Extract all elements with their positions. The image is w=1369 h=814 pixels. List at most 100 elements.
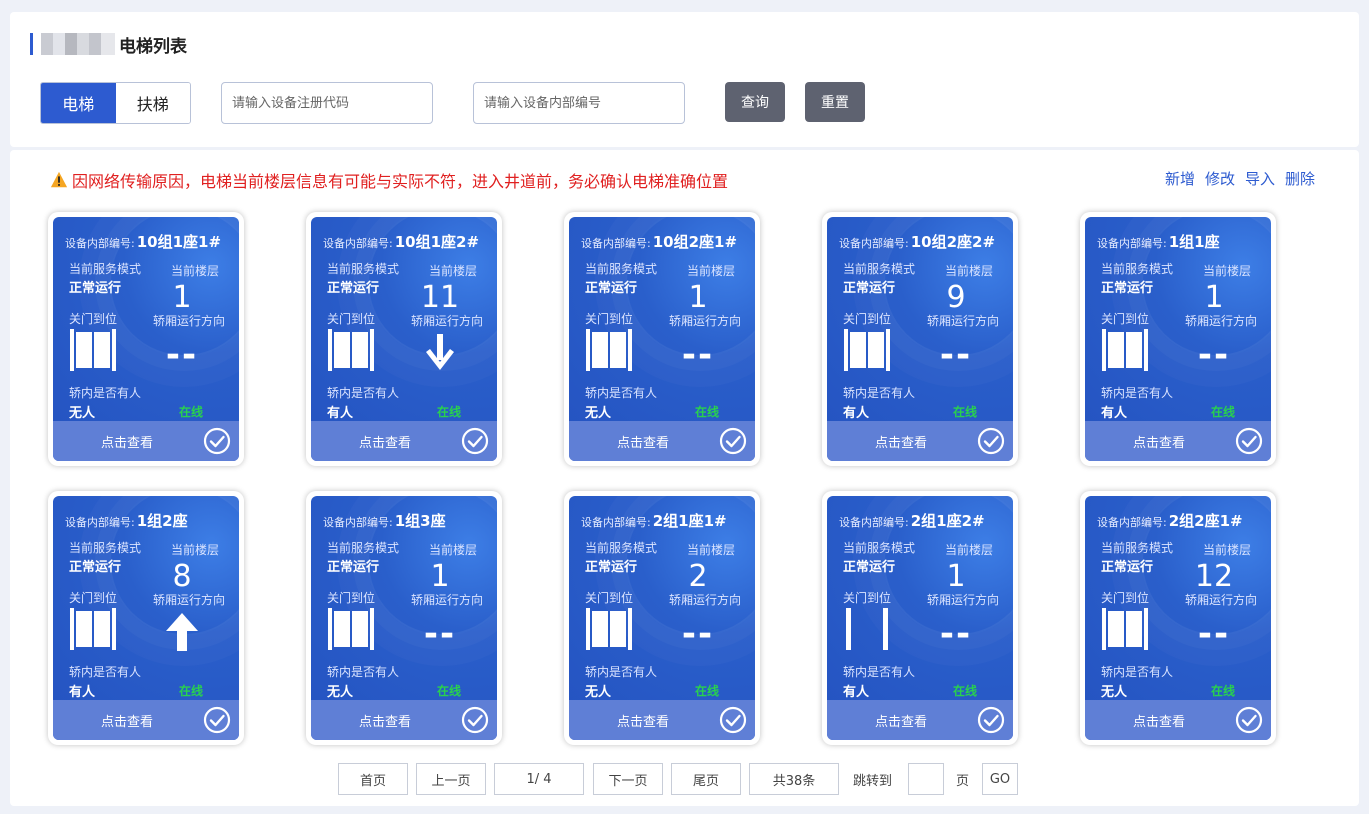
- check-circle-icon[interactable]: [719, 427, 747, 455]
- elevator-card-body: 设备内部编号: 1组3座 当前服务模式 当前楼层 正常运行 1 关门到位 轿厢运行方向 -- 轿内…: [311, 496, 497, 740]
- check-circle-icon[interactable]: [203, 427, 231, 455]
- service-mode-label: 当前服务模式: [1101, 262, 1174, 276]
- online-status: 在线: [179, 405, 204, 419]
- door-closed-icon: [326, 608, 376, 650]
- direction-label: 轿厢运行方向: [1185, 314, 1258, 328]
- check-circle-icon[interactable]: [1235, 706, 1263, 734]
- elevator-card-body: 设备内部编号: 10组1座1# 当前服务模式 当前楼层 正常运行 1 关门到位 轿厢运行方向 -…: [53, 217, 239, 461]
- current-floor-value: 1: [946, 559, 966, 594]
- direction-none-indicator: --: [681, 335, 715, 375]
- elevator-card[interactable]: 设备内部编号: 1组1座 当前服务模式 当前楼层 正常运行 1 关门到位 轿厢运行方向 -- 轿内…: [1080, 212, 1276, 466]
- last-page-button[interactable]: 尾页: [671, 763, 741, 795]
- elevator-card[interactable]: 设备内部编号: 10组1座2# 当前服务模式 当前楼层 正常运行 11 关门到位 轿厢运行方向…: [306, 212, 502, 466]
- view-details-link[interactable]: 点击查看: [1133, 711, 1185, 730]
- elevator-card[interactable]: 设备内部编号: 2组2座1# 当前服务模式 当前楼层 正常运行 12 关门到位 轿厢运行方向 -…: [1080, 491, 1276, 745]
- card-footer[interactable]: 点击查看: [569, 700, 755, 740]
- direction-indicator: --: [1165, 335, 1263, 375]
- elevator-card-body: 设备内部编号: 2组1座1# 当前服务模式 当前楼层 正常运行 2 关门到位 轿厢运行方向 --…: [569, 496, 755, 740]
- online-status: 在线: [179, 684, 204, 698]
- check-circle-icon[interactable]: [977, 706, 1005, 734]
- elevator-card[interactable]: 设备内部编号: 1组3座 当前服务模式 当前楼层 正常运行 1 关门到位 轿厢运行方向 -- 轿内…: [306, 491, 502, 745]
- direction-down-icon: [423, 334, 457, 376]
- card-footer[interactable]: 点击查看: [311, 421, 497, 461]
- first-page-button[interactable]: 首页: [338, 763, 408, 795]
- online-status: 在线: [437, 684, 462, 698]
- door-closed-icon: [1100, 329, 1150, 371]
- door-status-label: 关门到位: [585, 312, 634, 326]
- id-key-label: 设备内部编号:: [839, 237, 909, 250]
- network-warning: 因网络传输原因，电梯当前楼层信息有可能与实际不符，进入井道前，务必确认电梯准确位…: [50, 168, 728, 192]
- view-details-link[interactable]: 点击查看: [359, 432, 411, 451]
- view-details-link[interactable]: 点击查看: [101, 711, 153, 730]
- reg-code-input[interactable]: [221, 82, 433, 124]
- add-link[interactable]: 新增: [1165, 168, 1195, 189]
- direction-indicator: --: [391, 614, 489, 654]
- view-details-link[interactable]: 点击查看: [359, 711, 411, 730]
- occupied-value: 无人: [585, 685, 612, 700]
- current-floor-value: 8: [172, 559, 192, 594]
- current-floor-label: 当前楼层: [171, 543, 220, 557]
- card-footer[interactable]: 点击查看: [53, 700, 239, 740]
- elevator-card[interactable]: 设备内部编号: 2组1座1# 当前服务模式 当前楼层 正常运行 2 关门到位 轿厢运行方向 --…: [564, 491, 760, 745]
- check-circle-icon[interactable]: [1235, 427, 1263, 455]
- import-link[interactable]: 导入: [1245, 168, 1275, 189]
- card-footer[interactable]: 点击查看: [827, 421, 1013, 461]
- query-button[interactable]: 查询: [725, 82, 785, 122]
- elevator-card[interactable]: 设备内部编号: 10组2座2# 当前服务模式 当前楼层 正常运行 9 关门到位 轿厢运行方向 -…: [822, 212, 1018, 466]
- direction-label: 轿厢运行方向: [153, 593, 226, 607]
- card-footer[interactable]: 点击查看: [569, 421, 755, 461]
- occupied-label: 轿内是否有人: [327, 665, 400, 679]
- occupied-label: 轿内是否有人: [69, 665, 142, 679]
- elevator-card[interactable]: 设备内部编号: 10组2座1# 当前服务模式 当前楼层 正常运行 1 关门到位 轿厢运行方向 -…: [564, 212, 760, 466]
- view-details-link[interactable]: 点击查看: [1133, 432, 1185, 451]
- card-footer[interactable]: 点击查看: [827, 700, 1013, 740]
- delete-link[interactable]: 删除: [1285, 168, 1315, 189]
- elevator-card[interactable]: 设备内部编号: 10组1座1# 当前服务模式 当前楼层 正常运行 1 关门到位 轿厢运行方向 -…: [48, 212, 244, 466]
- tab-elevator[interactable]: 电梯: [41, 83, 116, 123]
- page-unit-label: 页: [956, 773, 970, 789]
- elevator-card[interactable]: 设备内部编号: 1组2座 当前服务模式 当前楼层 正常运行 8 关门到位 轿厢运行方向 轿内是否…: [48, 491, 244, 745]
- check-circle-icon[interactable]: [977, 427, 1005, 455]
- online-status: 在线: [1211, 405, 1236, 419]
- page-title-bar: 电梯列表: [30, 32, 187, 57]
- jump-page-input[interactable]: [908, 763, 944, 795]
- check-circle-icon[interactable]: [203, 706, 231, 734]
- id-key-label: 设备内部编号:: [581, 237, 651, 250]
- go-button[interactable]: GO: [982, 763, 1018, 795]
- edit-link[interactable]: 修改: [1205, 168, 1235, 189]
- view-details-link[interactable]: 点击查看: [101, 432, 153, 451]
- view-details-link[interactable]: 点击查看: [617, 711, 669, 730]
- occupied-value: 有人: [1101, 406, 1128, 421]
- check-circle-icon[interactable]: [461, 427, 489, 455]
- view-details-link[interactable]: 点击查看: [617, 432, 669, 451]
- check-circle-icon[interactable]: [461, 706, 489, 734]
- tab-escalator[interactable]: 扶梯: [115, 83, 190, 123]
- service-mode-value: 正常运行: [843, 281, 896, 296]
- card-footer[interactable]: 点击查看: [1085, 700, 1271, 740]
- door-closed-icon: [584, 329, 634, 371]
- id-key-label: 设备内部编号:: [1097, 516, 1167, 529]
- check-circle-icon[interactable]: [719, 706, 747, 734]
- direction-label: 轿厢运行方向: [927, 314, 1000, 328]
- direction-up-icon: [165, 613, 199, 655]
- next-page-button[interactable]: 下一页: [593, 763, 663, 795]
- filter-panel: 电梯列表 电梯 扶梯 查询 重置: [10, 12, 1359, 147]
- card-footer[interactable]: 点击查看: [311, 700, 497, 740]
- current-floor-label: 当前楼层: [429, 543, 478, 557]
- prev-page-button[interactable]: 上一页: [416, 763, 486, 795]
- service-mode-label: 当前服务模式: [327, 262, 400, 276]
- internal-no-input[interactable]: [473, 82, 685, 124]
- current-floor-label: 当前楼层: [171, 264, 220, 278]
- card-footer[interactable]: 点击查看: [53, 421, 239, 461]
- elevator-card[interactable]: 设备内部编号: 2组1座2# 当前服务模式 当前楼层 正常运行 1 关门到位 轿厢运行方向 --…: [822, 491, 1018, 745]
- card-footer[interactable]: 点击查看: [1085, 421, 1271, 461]
- reset-button[interactable]: 重置: [805, 82, 865, 122]
- occupied-label: 轿内是否有人: [843, 665, 916, 679]
- direction-none-indicator: --: [423, 614, 457, 654]
- direction-indicator: --: [133, 335, 231, 375]
- view-details-link[interactable]: 点击查看: [875, 711, 927, 730]
- door-closed-icon: [842, 329, 892, 371]
- view-details-link[interactable]: 点击查看: [875, 432, 927, 451]
- service-mode-value: 正常运行: [327, 281, 380, 296]
- id-key-label: 设备内部编号:: [323, 516, 393, 529]
